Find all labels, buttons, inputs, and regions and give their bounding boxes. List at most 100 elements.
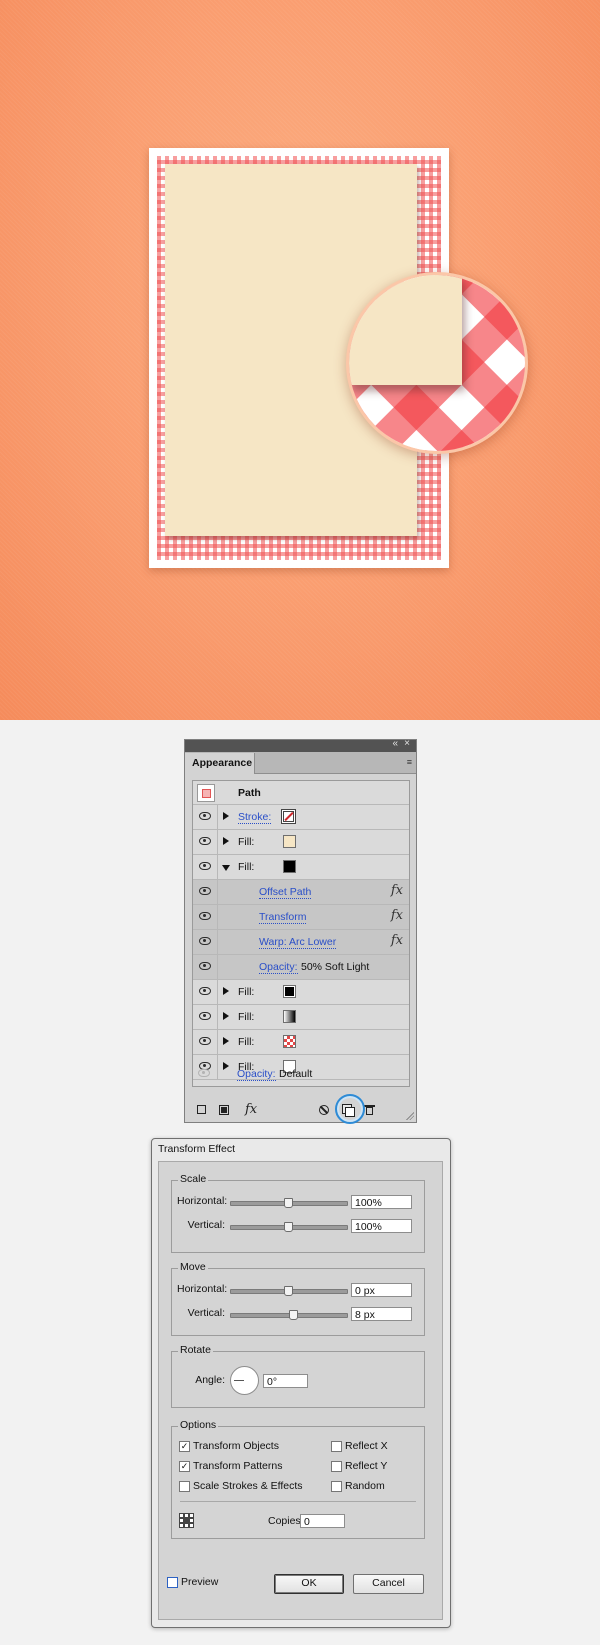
- copies-field[interactable]: 0: [300, 1514, 345, 1528]
- slider-thumb[interactable]: [284, 1198, 293, 1208]
- slider-thumb[interactable]: [284, 1222, 293, 1232]
- visibility-cell: [193, 955, 218, 979]
- transform-objects-checkbox[interactable]: ✓: [179, 1441, 190, 1452]
- effect-row-transform[interactable]: Transform fx: [193, 905, 409, 930]
- dialog-body: Scale Horizontal: 100% Vertical: 100% Mo…: [158, 1161, 443, 1620]
- collapse-panel-icon[interactable]: «: [392, 738, 397, 749]
- fill-swatch-icon[interactable]: [283, 860, 296, 873]
- options-divider: [180, 1501, 416, 1502]
- fill-row[interactable]: Fill:: [193, 830, 409, 855]
- effect-link-warp[interactable]: Warp: Arc Lower: [259, 936, 337, 949]
- options-group: Options ✓ Transform Objects Reflect X ✓ …: [171, 1419, 425, 1539]
- twirl-closed-icon[interactable]: [223, 837, 229, 845]
- visibility-eye-icon[interactable]: [198, 1069, 210, 1077]
- appearance-list: Path Stroke: Fill: Fill: Offset Path fx …: [192, 780, 410, 1087]
- visibility-eye-icon[interactable]: [199, 987, 211, 995]
- move-vertical-field[interactable]: 8 px: [351, 1307, 412, 1321]
- twirl-closed-icon[interactable]: [223, 987, 229, 995]
- dialog-title: Transform Effect: [158, 1143, 236, 1155]
- stroke-none-swatch-icon[interactable]: [281, 809, 296, 824]
- transform-patterns-checkbox[interactable]: ✓: [179, 1461, 190, 1472]
- opacity-link[interactable]: Opacity:: [259, 961, 298, 974]
- duplicate-highlight-ring: [335, 1094, 365, 1124]
- fill-row-expanded[interactable]: Fill:: [193, 855, 409, 880]
- reflect-x-checkbox[interactable]: [331, 1441, 342, 1452]
- cancel-button[interactable]: Cancel: [353, 1574, 424, 1594]
- close-panel-icon[interactable]: ×: [404, 738, 410, 749]
- preview-checkbox[interactable]: [167, 1577, 178, 1588]
- slider-thumb[interactable]: [284, 1286, 293, 1296]
- opacity-value: Default: [279, 1068, 313, 1080]
- add-fill-icon[interactable]: [219, 1105, 229, 1115]
- trash-icon[interactable]: [364, 1104, 375, 1115]
- fx-icon: fx: [390, 883, 403, 898]
- visibility-eye-icon[interactable]: [199, 937, 211, 945]
- fill-label[interactable]: Fill:: [238, 1011, 254, 1023]
- visibility-eye-icon[interactable]: [199, 837, 211, 845]
- fill-label[interactable]: Fill:: [238, 986, 254, 998]
- pattern-swatch-icon[interactable]: [283, 1035, 296, 1048]
- panel-menu-icon[interactable]: ≡: [407, 757, 412, 767]
- twirl-open-icon[interactable]: [222, 865, 230, 871]
- visibility-eye-icon[interactable]: [199, 912, 211, 920]
- move-horizontal-label: Horizontal:: [177, 1283, 228, 1295]
- visibility-cell: [192, 1062, 216, 1086]
- slider-thumb[interactable]: [288, 1310, 298, 1320]
- visibility-eye-icon[interactable]: [199, 1012, 211, 1020]
- twirl-closed-icon[interactable]: [223, 1037, 229, 1045]
- fill-label[interactable]: Fill:: [238, 861, 254, 873]
- opacity-row-sub[interactable]: Opacity: 50% Soft Light: [193, 955, 409, 980]
- ok-button[interactable]: OK: [274, 1574, 344, 1594]
- angle-dial[interactable]: [230, 1366, 259, 1395]
- fill-label[interactable]: Fill:: [238, 1036, 254, 1048]
- fill-row[interactable]: Fill:: [193, 1030, 409, 1055]
- magnifier-detail: [346, 272, 528, 454]
- scale-vertical-field[interactable]: 100%: [351, 1219, 412, 1233]
- visibility-cell: [193, 905, 218, 929]
- fill-row[interactable]: Fill:: [193, 1005, 409, 1030]
- effect-link-transform[interactable]: Transform: [259, 911, 307, 924]
- target-row[interactable]: Path: [193, 781, 409, 805]
- reference-point-locator-icon[interactable]: [179, 1513, 194, 1528]
- zoomed-paper-corner: [349, 275, 462, 385]
- scale-strokes-checkbox[interactable]: [179, 1481, 190, 1492]
- add-effect-fx-icon[interactable]: fx: [245, 1102, 257, 1117]
- scale-horizontal-field[interactable]: 100%: [351, 1195, 412, 1209]
- transform-objects-label: Transform Objects: [193, 1440, 279, 1452]
- reflect-x-label: Reflect X: [345, 1440, 388, 1452]
- clear-appearance-icon[interactable]: [319, 1105, 329, 1115]
- opacity-row-root[interactable]: Opacity: Default: [192, 1062, 408, 1087]
- effect-link-offset-path[interactable]: Offset Path: [259, 886, 312, 899]
- resize-grip-icon[interactable]: [406, 1112, 414, 1120]
- tab-appearance[interactable]: Appearance: [185, 753, 255, 774]
- fill-label[interactable]: Fill:: [238, 836, 254, 848]
- copies-label: Copies: [268, 1515, 301, 1527]
- twirl-closed-icon[interactable]: [223, 1012, 229, 1020]
- fill-swatch-icon[interactable]: [283, 835, 296, 848]
- add-stroke-icon[interactable]: [197, 1105, 206, 1114]
- move-horizontal-field[interactable]: 0 px: [351, 1283, 412, 1297]
- reflect-y-checkbox[interactable]: [331, 1461, 342, 1472]
- gradient-swatch-icon[interactable]: [283, 1010, 296, 1023]
- stroke-row[interactable]: Stroke:: [193, 805, 409, 830]
- visibility-eye-icon[interactable]: [199, 1037, 211, 1045]
- fill-swatch-icon[interactable]: [283, 985, 296, 998]
- effect-row-warp[interactable]: Warp: Arc Lower fx: [193, 930, 409, 955]
- visibility-eye-icon[interactable]: [199, 962, 211, 970]
- visibility-eye-icon[interactable]: [199, 862, 211, 870]
- random-checkbox[interactable]: [331, 1481, 342, 1492]
- panel-titlebar[interactable]: « ×: [185, 738, 416, 752]
- preview-label: Preview: [181, 1576, 219, 1588]
- stroke-label[interactable]: Stroke:: [238, 811, 272, 824]
- visibility-eye-icon[interactable]: [199, 812, 211, 820]
- effect-row-offset-path[interactable]: Offset Path fx: [193, 880, 409, 905]
- visibility-eye-icon[interactable]: [199, 887, 211, 895]
- angle-field[interactable]: 0°: [263, 1374, 308, 1388]
- visibility-cell: [193, 1005, 218, 1029]
- opacity-link[interactable]: Opacity:: [237, 1068, 276, 1081]
- visibility-cell: [193, 980, 218, 1004]
- scale-legend: Scale: [178, 1173, 209, 1185]
- twirl-closed-icon[interactable]: [223, 812, 229, 820]
- path-thumbnail-icon: [197, 784, 215, 802]
- fill-row[interactable]: Fill:: [193, 980, 409, 1005]
